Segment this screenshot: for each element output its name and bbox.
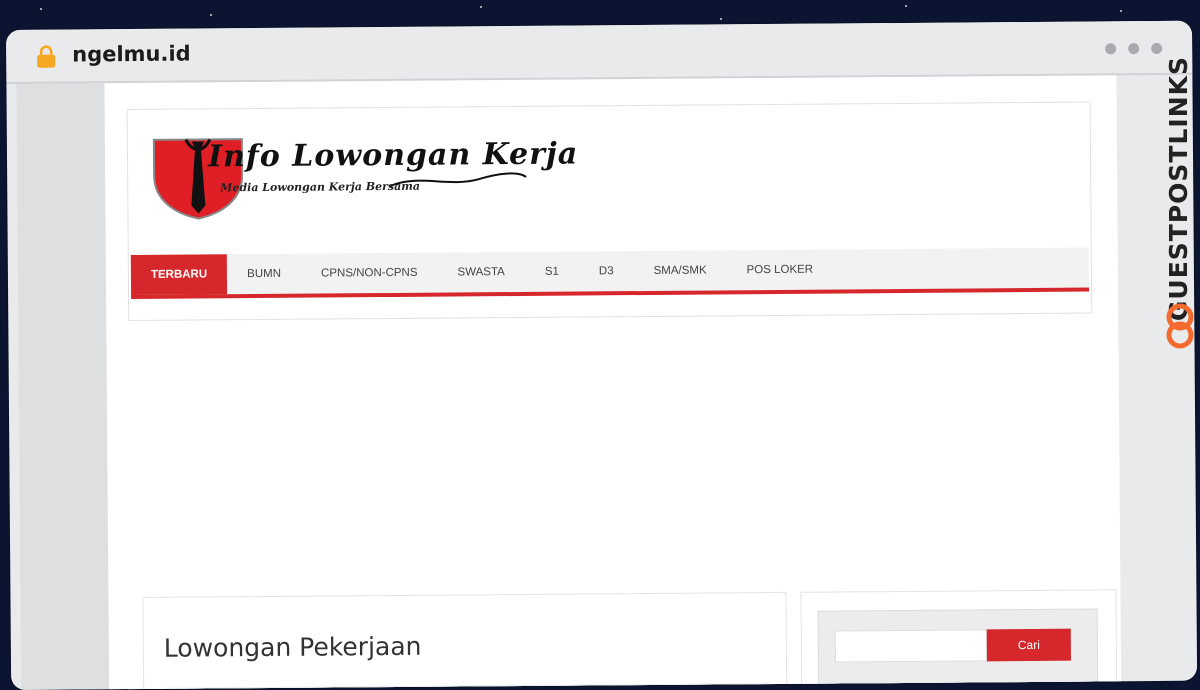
main-content: Lowongan Pekerjaan <box>142 591 788 690</box>
page-title: Lowongan Pekerjaan <box>163 631 422 663</box>
nav-item-pos-loker[interactable]: POS LOKER <box>726 250 833 291</box>
address-bar[interactable]: ngelmu.id <box>6 20 1193 84</box>
nav-item-d3[interactable]: D3 <box>579 251 634 291</box>
watermark-text: GUESTPOSTLINKS <box>1164 56 1193 322</box>
content-bar <box>164 683 769 690</box>
nav-item-cpns-non-cpns[interactable]: CPNS/NON-CPNS <box>301 253 438 294</box>
main-nav: TERBARU BUMN CPNS/NON-CPNS SWASTA S1 D3 … <box>130 247 1090 300</box>
browser-viewport: Info Lowongan Kerja Media Lowongan Kerja… <box>16 75 1122 690</box>
sidebar: Cari <box>800 589 1118 690</box>
nav-item-terbaru[interactable]: TERBARU <box>130 254 228 296</box>
dot-icon[interactable] <box>1128 43 1140 55</box>
search-input[interactable] <box>834 629 987 663</box>
lock-icon <box>37 45 56 68</box>
nav-item-swasta[interactable]: SWASTA <box>437 252 525 293</box>
search-button[interactable]: Cari <box>986 628 1071 662</box>
url-text[interactable]: ngelmu.id <box>72 42 191 67</box>
search-widget: Cari <box>817 608 1099 685</box>
site-header: Info Lowongan Kerja Media Lowongan Kerja… <box>126 101 1093 322</box>
nav-item-bumn[interactable]: BUMN <box>227 254 301 295</box>
web-page: Info Lowongan Kerja Media Lowongan Kerja… <box>104 75 1122 690</box>
dot-icon[interactable] <box>1105 43 1117 55</box>
nav-item-sma-smk[interactable]: SMA/SMK <box>633 250 726 291</box>
browser-window: ngelmu.id Info Lowongan Kerja Media Lowo… <box>6 20 1198 690</box>
dot-icon[interactable] <box>1151 42 1163 55</box>
logo-subtitle: Media Lowongan Kerja Bersama <box>220 179 421 195</box>
link-icon <box>1166 303 1194 349</box>
nav-item-s1[interactable]: S1 <box>525 252 579 292</box>
window-controls <box>1105 42 1163 55</box>
